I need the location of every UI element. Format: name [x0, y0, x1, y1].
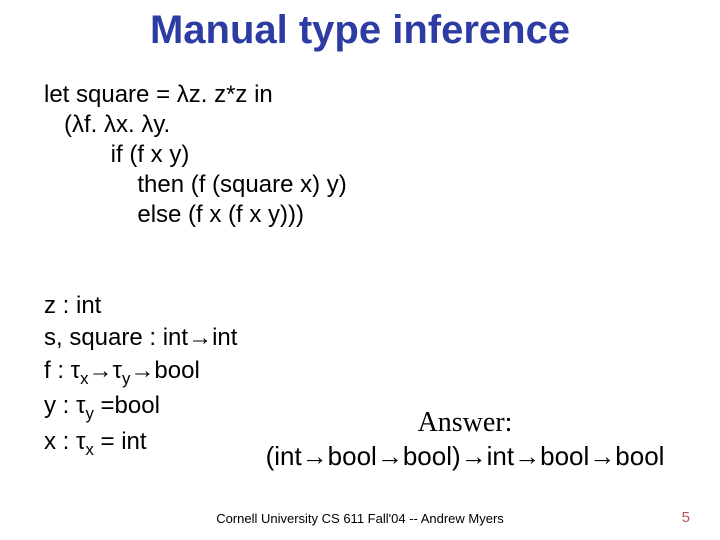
types-block: z : int s, square : int→int f : τx→τy→bo…: [44, 290, 237, 461]
types-line-2: s, square : int→int: [44, 324, 237, 351]
footer-text: Cornell University CS 611 Fall'04 -- And…: [0, 511, 720, 526]
slide-title: Manual type inference: [0, 8, 720, 53]
code-line-5: else (f x (f x y))): [44, 201, 304, 228]
types-line-1: z : int: [44, 292, 101, 319]
code-line-2: (λf. λx. λy.: [44, 111, 170, 138]
types-line-4: y : τy =bool: [44, 392, 160, 419]
code-line-1: let square = λz. z*z in: [44, 81, 273, 108]
code-line-4: then (f (square x) y): [44, 171, 347, 198]
code-line-3: if (f x y): [44, 141, 189, 168]
answer-block: Answer: (int→bool→bool)→int→bool→bool: [220, 405, 710, 473]
answer-label: Answer:: [220, 405, 710, 440]
page-number: 5: [682, 509, 690, 526]
types-line-3: f : τx→τy→bool: [44, 357, 200, 384]
code-block: let square = λz. z*z in (λf. λx. λy. if …: [44, 80, 347, 230]
answer-body: (int→bool→bool)→int→bool→bool: [220, 440, 710, 473]
types-line-5: x : τx = int: [44, 428, 147, 455]
